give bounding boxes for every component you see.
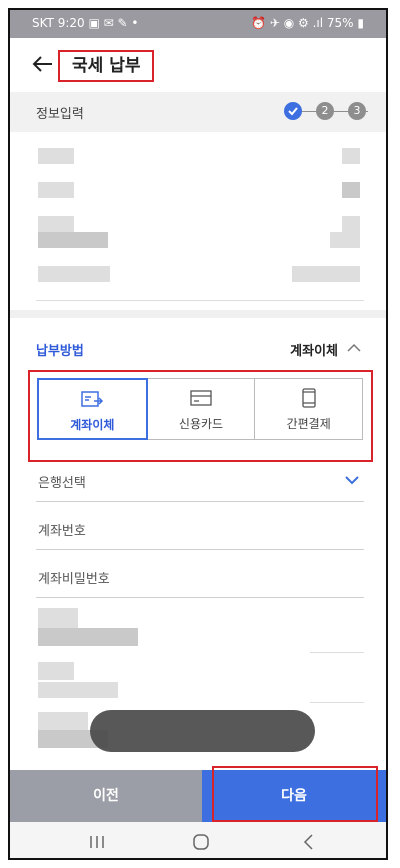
step-indicator-bar: 정보입력 2 3 [10,92,386,132]
blurred-text [342,216,360,232]
method-easy-pay[interactable]: 간편결제 [254,378,364,440]
steps: 2 3 [284,102,368,122]
blurred-text [38,232,108,248]
method-label: 신용카드 [178,417,224,431]
bank-select-field[interactable]: 은행선택 [36,462,364,502]
chevron-down-icon[interactable] [344,474,360,486]
blurred-text [38,216,74,232]
blurred-text [342,182,360,198]
account-number-label: 계좌번호 [38,524,86,539]
blurred-text [38,712,88,730]
page-title: 국세 납부 [58,50,155,82]
divider [310,652,364,653]
step-label: 정보입력 [36,107,84,122]
method-label: 계좌이체 [70,418,115,432]
bottom-action-bar: 이전 다음 [10,766,386,822]
section-separator [10,310,386,318]
bank-transfer-icon [81,391,104,407]
blurred-text [292,266,360,282]
home-icon[interactable] [186,830,216,854]
recent-apps-icon[interactable] [82,830,112,854]
back-nav-icon[interactable] [294,830,324,854]
method-label: 간편결제 [286,417,331,431]
payment-selected-value: 계좌이체 [290,344,338,359]
toast-message [90,710,315,752]
blurred-text [330,232,360,248]
prev-button[interactable]: 이전 [10,770,202,822]
mobile-pay-icon [302,388,316,408]
payment-method-label: 납부방법 [36,344,84,359]
divider [310,702,364,703]
chevron-up-icon[interactable] [346,340,362,354]
blurred-text [38,148,74,164]
account-password-field[interactable]: 계좌비밀번호 [36,558,364,598]
payment-method-highlight: 계좌이체 신용카드 간편결제 [28,370,373,462]
blurred-text [38,266,110,282]
status-right: ⏰ ✈ ◉ ⚙ .ıl 75% ▮ [251,16,364,30]
bank-select-label: 은행선택 [38,476,86,491]
field-underline [36,549,364,550]
method-bank-transfer[interactable]: 계좌이체 [37,378,148,440]
header: 국세 납부 [10,38,386,90]
next-button[interactable]: 다음 [202,766,386,822]
screen: SKT 9:20 ▣ ✉ ✎ • ⏰ ✈ ◉ ⚙ .ıl 75% ▮ 국세 납부… [8,8,388,860]
system-nav-bar [10,822,386,858]
back-arrow-icon[interactable] [32,54,54,74]
account-password-label: 계좌비밀번호 [38,572,110,587]
divider [36,300,364,301]
check-icon [288,107,298,116]
blurred-text [38,628,138,646]
credit-card-icon [190,390,212,406]
field-underline [36,501,364,502]
step-2: 2 [316,102,334,120]
field-underline [36,597,364,598]
blurred-text [342,148,360,164]
method-credit-card[interactable]: 신용카드 [146,378,256,440]
next-button-label: 다음 [281,788,307,804]
status-left: SKT 9:20 ▣ ✉ ✎ • [32,16,139,30]
account-number-field[interactable]: 계좌번호 [36,510,364,550]
payment-method-options: 계좌이체 신용카드 간편결제 [37,378,364,440]
status-bar: SKT 9:20 ▣ ✉ ✎ • ⏰ ✈ ◉ ⚙ .ıl 75% ▮ [10,10,386,38]
blurred-text [38,662,74,680]
blurred-text [38,682,118,698]
blurred-text [38,182,74,198]
blurred-text [38,608,78,630]
step-3: 3 [348,102,366,120]
step-1-done [284,102,302,120]
